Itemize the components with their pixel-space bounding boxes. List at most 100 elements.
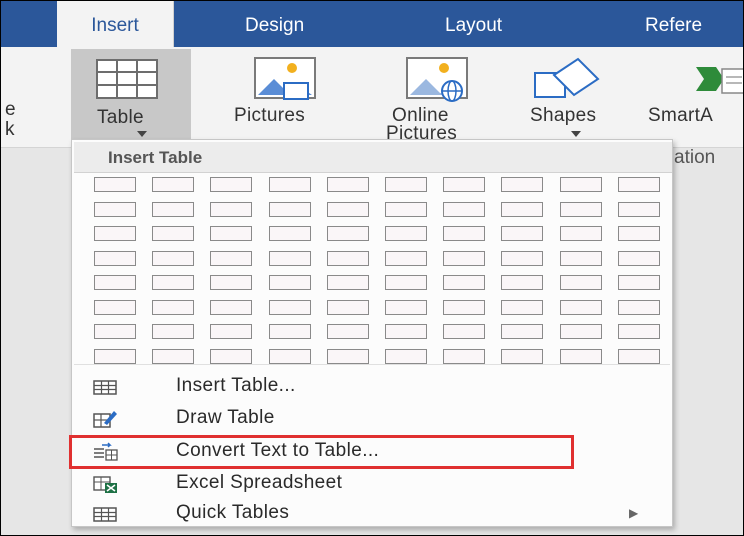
grid-cell[interactable]: [385, 299, 427, 315]
grid-cell[interactable]: [268, 324, 311, 339]
grid-cell[interactable]: [501, 299, 544, 315]
grid-cell[interactable]: [152, 275, 195, 290]
grid-cell[interactable]: [210, 275, 253, 290]
grid-cell[interactable]: [210, 299, 253, 315]
grid-cell[interactable]: [443, 201, 486, 217]
grid-cell[interactable]: [385, 226, 427, 241]
grid-cell[interactable]: [268, 275, 311, 290]
grid-cell[interactable]: [443, 226, 486, 241]
grid-cell[interactable]: [268, 201, 311, 217]
grid-cell[interactable]: [617, 177, 660, 192]
grid-cell[interactable]: [559, 250, 602, 266]
pictures-label: Pictures: [234, 105, 306, 126]
grid-cell[interactable]: [210, 324, 253, 339]
tab-design[interactable]: Design: [245, 1, 304, 47]
grid-cell[interactable]: [501, 348, 544, 364]
menu-item-quick-tables[interactable]: Quick Tables ▶: [74, 498, 670, 529]
tab-insert[interactable]: Insert: [57, 1, 174, 47]
menu-item-label: Insert Table...: [176, 375, 296, 396]
smartart-button[interactable]: SmartA: [646, 51, 743, 143]
grid-cell[interactable]: [443, 275, 486, 290]
grid-cell[interactable]: [152, 299, 195, 315]
grid-cell[interactable]: [385, 250, 427, 266]
grid-cell[interactable]: [94, 299, 136, 315]
grid-cell[interactable]: [152, 226, 195, 241]
grid-cell[interactable]: [152, 324, 195, 339]
grid-cell[interactable]: [94, 226, 136, 241]
grid-cell[interactable]: [210, 201, 253, 217]
grid-cell[interactable]: [326, 250, 369, 266]
grid-cell[interactable]: [559, 324, 602, 339]
grid-cell[interactable]: [559, 201, 602, 217]
grid-cell[interactable]: [385, 348, 427, 364]
grid-cell[interactable]: [268, 250, 311, 266]
grid-cell[interactable]: [152, 348, 195, 364]
grid-cell[interactable]: [443, 324, 486, 339]
grid-cell[interactable]: [326, 177, 369, 192]
menu-item-label: Excel Spreadsheet: [176, 472, 343, 493]
grid-cell[interactable]: [443, 177, 486, 192]
grid-cell[interactable]: [268, 348, 311, 364]
grid-cell[interactable]: [559, 299, 602, 315]
menu-item-draw-table[interactable]: Draw Table: [74, 403, 670, 434]
grid-cell[interactable]: [559, 275, 602, 290]
grid-cell[interactable]: [501, 275, 544, 290]
pictures-button[interactable]: Pictures: [226, 51, 366, 143]
grid-cell[interactable]: [94, 177, 136, 192]
grid-cell[interactable]: [443, 348, 486, 364]
grid-cell[interactable]: [94, 201, 136, 217]
grid-cell[interactable]: [94, 275, 136, 290]
grid-cell[interactable]: [501, 226, 544, 241]
grid-cell[interactable]: [617, 299, 660, 315]
grid-cell[interactable]: [443, 250, 486, 266]
grid-cell[interactable]: [617, 250, 660, 266]
grid-cell[interactable]: [326, 226, 369, 241]
grid-cell[interactable]: [501, 324, 544, 339]
online-pictures-button[interactable]: Online Pictures: [386, 51, 501, 144]
grid-cell[interactable]: [152, 177, 195, 192]
grid-cell[interactable]: [326, 348, 369, 364]
grid-cell[interactable]: [210, 348, 253, 364]
menu-item-insert-table[interactable]: Insert Table...: [74, 371, 670, 402]
grid-cell[interactable]: [617, 348, 660, 364]
grid-cell[interactable]: [326, 299, 369, 315]
grid-cell[interactable]: [268, 226, 311, 241]
grid-cell[interactable]: [617, 324, 660, 339]
grid-cell[interactable]: [385, 324, 427, 339]
grid-cell[interactable]: [210, 250, 253, 266]
highlight-box: [69, 435, 574, 469]
tab-layout[interactable]: Layout: [445, 1, 502, 47]
grid-cell[interactable]: [94, 250, 136, 266]
grid-cell[interactable]: [152, 201, 195, 217]
grid-cell[interactable]: [268, 299, 311, 315]
table-icon: [96, 59, 158, 99]
grid-cell[interactable]: [152, 250, 195, 266]
grid-cell[interactable]: [501, 201, 544, 217]
grid-cell[interactable]: [443, 299, 486, 315]
menu-header: Insert Table: [74, 142, 672, 173]
table-button[interactable]: Table: [71, 49, 191, 145]
grid-cell[interactable]: [385, 275, 427, 290]
grid-cell[interactable]: [617, 226, 660, 241]
grid-cell[interactable]: [94, 348, 136, 364]
grid-cell[interactable]: [326, 201, 369, 217]
grid-cell[interactable]: [501, 250, 544, 266]
shapes-button[interactable]: Shapes: [516, 51, 626, 143]
grid-cell[interactable]: [501, 177, 544, 192]
grid-cell[interactable]: [210, 177, 253, 192]
grid-cell[interactable]: [326, 275, 369, 290]
grid-cell[interactable]: [385, 177, 427, 192]
grid-cell[interactable]: [617, 201, 660, 217]
grid-cell[interactable]: [559, 226, 602, 241]
grid-cell[interactable]: [617, 275, 660, 290]
tab-references[interactable]: Refere: [645, 1, 702, 47]
grid-cell[interactable]: [326, 324, 369, 339]
grid-cell[interactable]: [210, 226, 253, 241]
grid-cell[interactable]: [94, 324, 136, 339]
menu-item-excel-spreadsheet[interactable]: Excel Spreadsheet: [74, 468, 670, 499]
ribbon-partial-text-1: e: [5, 99, 16, 120]
grid-cell[interactable]: [385, 201, 427, 217]
grid-cell[interactable]: [268, 177, 311, 192]
grid-cell[interactable]: [559, 177, 602, 192]
grid-cell[interactable]: [559, 348, 602, 364]
